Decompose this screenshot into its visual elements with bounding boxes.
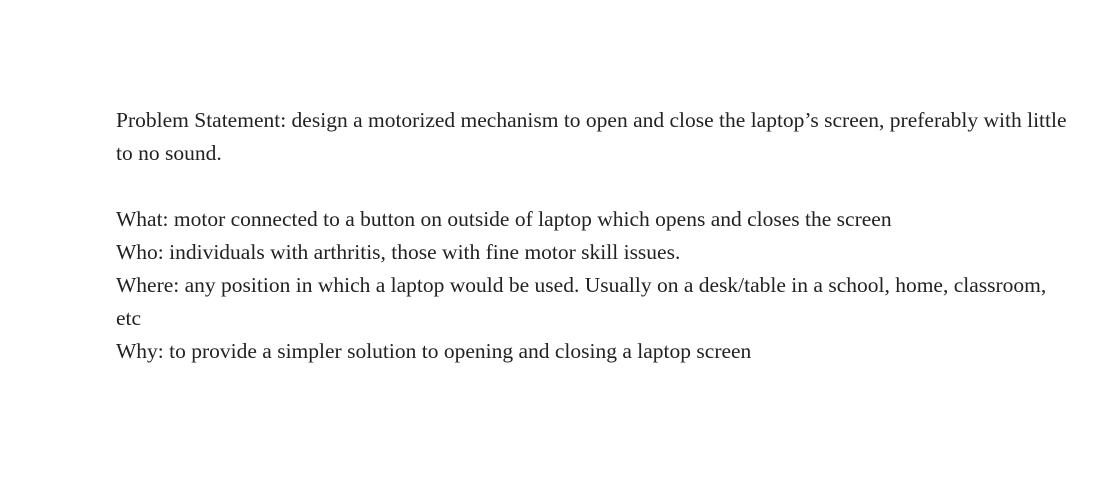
where-line: Where: any position in which a laptop wo… [116,273,1047,330]
problem-statement: Problem Statement: design a motorized me… [116,108,1067,165]
why-line: Why: to provide a simpler solution to op… [116,339,752,363]
what-line: What: motor connected to a button on out… [116,207,892,231]
who-line: Who: individuals with arthritis, those w… [116,240,681,264]
document-body: Problem Statement: design a motorized me… [116,104,1076,368]
